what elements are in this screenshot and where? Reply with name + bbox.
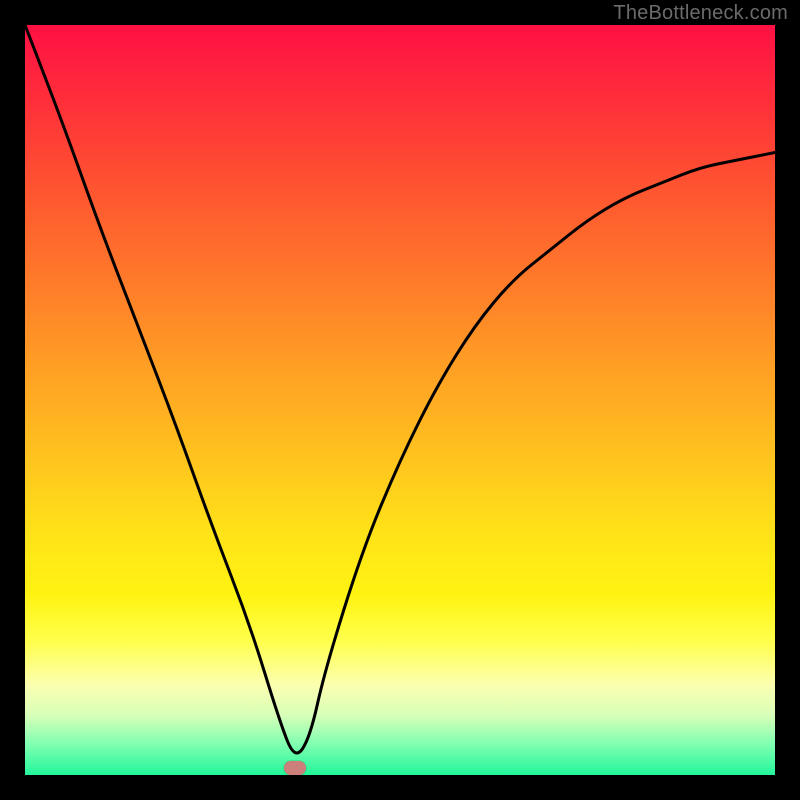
minimum-marker	[284, 761, 306, 775]
watermark-label: TheBottleneck.com	[613, 2, 788, 25]
bottleneck-curve	[25, 25, 775, 775]
chart-frame: TheBottleneck.com	[0, 0, 800, 800]
plot-area	[25, 25, 775, 775]
